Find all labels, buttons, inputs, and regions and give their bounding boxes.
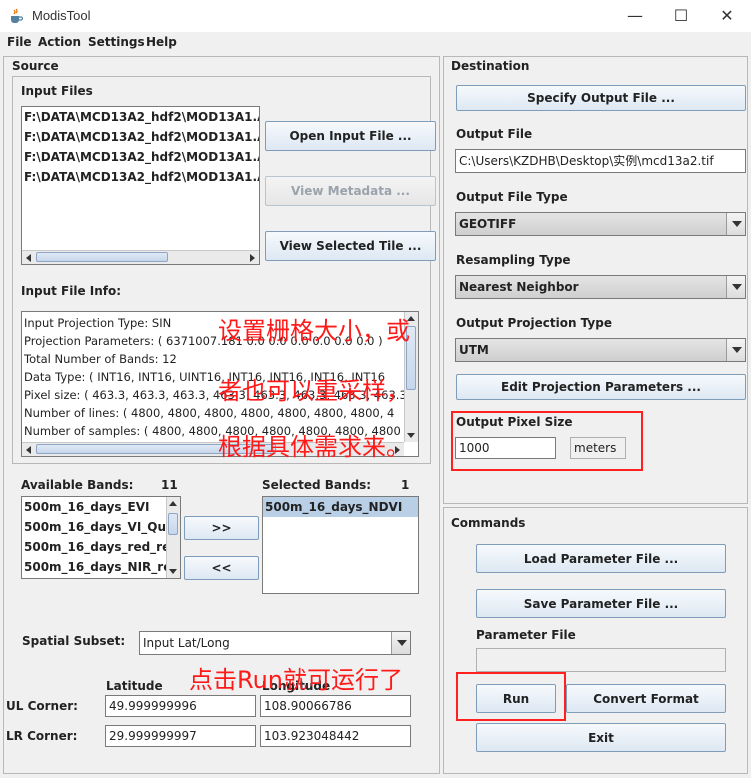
parameter-file-field[interactable]	[476, 648, 726, 672]
menu-settings[interactable]: Settings	[88, 35, 145, 49]
add-band-button[interactable]: >>	[184, 516, 259, 540]
chevron-down-icon[interactable]	[726, 276, 745, 298]
run-highlight-box	[456, 672, 566, 721]
list-item[interactable]: 500m_16_days_red_refl	[22, 537, 180, 557]
output-projection-type-value: UTM	[459, 343, 489, 357]
title-bar: ModisTool — ☐ ✕	[0, 0, 751, 32]
commands-title: Commands	[451, 516, 526, 530]
open-input-file-button[interactable]: Open Input File ...	[265, 121, 436, 151]
scroll-left-icon[interactable]	[26, 446, 31, 454]
close-button[interactable]: ✕	[704, 2, 750, 30]
output-file-field[interactable]: C:\Users\KZDHB\Desktop\实例\mcd13a2.tif	[455, 149, 746, 173]
info-line: Total Number of Bands: 12	[24, 352, 177, 366]
selected-bands-count: 1	[401, 478, 410, 492]
resampling-type-select[interactable]: Nearest Neighbor	[455, 275, 746, 299]
chevron-down-icon[interactable]	[726, 213, 745, 235]
list-item[interactable]: F:\DATA\MCD13A2_hdf2\MOD13A1.A20200	[22, 107, 259, 127]
view-selected-tile-button[interactable]: View Selected Tile ...	[265, 231, 436, 261]
java-cup-icon	[11, 8, 24, 23]
menu-bar: File Action Settings Help	[0, 32, 751, 54]
selected-bands-label: Selected Bands:	[262, 478, 372, 492]
output-file-type-value: GEOTIFF	[459, 217, 517, 231]
ul-latitude-field[interactable]: 49.999999996	[105, 695, 256, 717]
scroll-thumb[interactable]	[168, 513, 178, 535]
destination-title: Destination	[451, 59, 530, 73]
list-item[interactable]: 500m_16_days_EVI	[22, 497, 180, 517]
list-item[interactable]: 500m_16_days_NDVI	[263, 497, 418, 517]
menu-action[interactable]: Action	[38, 35, 81, 49]
annotation-line: 根据具体需求来。	[218, 433, 410, 461]
menu-help[interactable]: Help	[146, 35, 177, 49]
scroll-right-icon[interactable]	[250, 254, 255, 262]
output-file-label: Output File	[456, 127, 533, 141]
minimize-button[interactable]: —	[612, 2, 658, 30]
lr-longitude-field[interactable]: 103.923048442	[260, 725, 411, 747]
scroll-left-icon[interactable]	[26, 254, 31, 262]
annotation-line: 设置栅格大小，或	[218, 317, 410, 345]
scroll-down-icon[interactable]	[169, 569, 177, 574]
parameter-file-label: Parameter File	[476, 628, 576, 642]
horizontal-scrollbar[interactable]	[22, 250, 259, 264]
selected-bands-list[interactable]: 500m_16_days_NDVI	[262, 496, 419, 594]
available-bands-label: Available Bands:	[21, 478, 134, 492]
lr-corner-label: LR Corner:	[6, 729, 78, 743]
ul-longitude-field[interactable]: 108.90066786	[260, 695, 411, 717]
available-bands-list[interactable]: 500m_16_days_EVI 500m_16_days_VI_Quali 5…	[21, 496, 181, 579]
annotation-line: 者也可以重采样，	[218, 377, 410, 405]
output-file-type-select[interactable]: GEOTIFF	[455, 212, 746, 236]
pixel-size-highlight-box	[451, 411, 643, 471]
list-item[interactable]: 500m_16_days_NIR_refl	[22, 557, 180, 577]
spatial-subset-label: Spatial Subset:	[22, 634, 126, 648]
load-parameter-file-button[interactable]: Load Parameter File ...	[476, 544, 726, 573]
remove-band-button[interactable]: <<	[184, 556, 259, 580]
save-parameter-file-button[interactable]: Save Parameter File ...	[476, 589, 726, 618]
edit-projection-parameters-button[interactable]: Edit Projection Parameters ...	[456, 374, 746, 400]
resampling-type-value: Nearest Neighbor	[459, 280, 579, 294]
latitude-label: Latitude	[106, 679, 163, 693]
ul-corner-label: UL Corner:	[6, 699, 78, 713]
list-item[interactable]: F:\DATA\MCD13A2_hdf2\MOD13A1.A20200	[22, 167, 259, 187]
vertical-scrollbar[interactable]	[166, 497, 180, 578]
output-file-type-label: Output File Type	[456, 190, 568, 204]
input-file-info-label: Input File Info:	[21, 284, 122, 298]
exit-button[interactable]: Exit	[476, 723, 726, 752]
list-item[interactable]: F:\DATA\MCD13A2_hdf2\MOD13A1.A20200	[22, 127, 259, 147]
spatial-subset-value: Input Lat/Long	[143, 636, 230, 650]
spatial-subset-select[interactable]: Input Lat/Long	[139, 631, 411, 655]
source-title: Source	[12, 59, 59, 73]
view-metadata-button[interactable]: View Metadata ...	[265, 176, 436, 206]
input-files-label: Input Files	[21, 84, 93, 98]
output-projection-type-select[interactable]: UTM	[455, 338, 746, 362]
list-item[interactable]: 500m_16_days_VI_Quali	[22, 517, 180, 537]
maximize-button[interactable]: ☐	[658, 2, 704, 30]
scroll-thumb[interactable]	[36, 252, 168, 262]
input-files-list[interactable]: F:\DATA\MCD13A2_hdf2\MOD13A1.A20200 F:\D…	[21, 106, 260, 265]
output-projection-type-label: Output Projection Type	[456, 316, 612, 330]
chevron-down-icon[interactable]	[391, 632, 410, 654]
annotation-run-note: 点击Run就可运行了	[189, 666, 404, 694]
list-item[interactable]: F:\DATA\MCD13A2_hdf2\MOD13A1.A20200	[22, 147, 259, 167]
info-line: Number of lines: ( 4800, 4800, 4800, 480…	[24, 406, 395, 420]
convert-format-button[interactable]: Convert Format	[566, 684, 726, 713]
chevron-down-icon[interactable]	[726, 339, 745, 361]
menu-file[interactable]: File	[7, 35, 32, 49]
window-title: ModisTool	[32, 8, 91, 23]
lr-latitude-field[interactable]: 29.999999997	[105, 725, 256, 747]
available-bands-count: 11	[161, 478, 178, 492]
scroll-up-icon[interactable]	[169, 501, 177, 506]
resampling-type-label: Resampling Type	[456, 253, 571, 267]
specify-output-file-button[interactable]: Specify Output File ...	[456, 85, 746, 111]
